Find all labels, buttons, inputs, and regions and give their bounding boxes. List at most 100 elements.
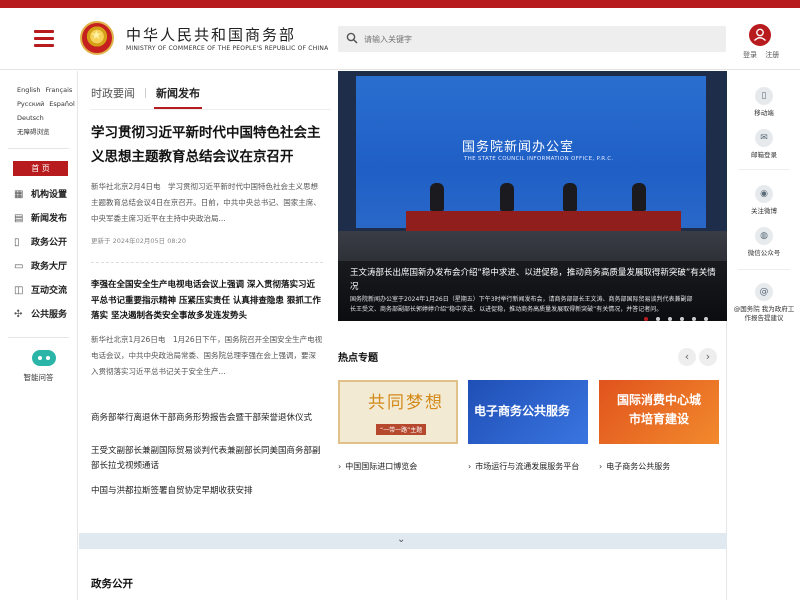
topic-banner-common-dream[interactable]: 共同梦想 “一带一路”主题 [338,380,458,444]
report-suggestion-label: @国务院 我为政府工作报告提建议 [733,305,795,322]
topic-link[interactable]: › 电子商务公共服务 [599,461,670,472]
mail-icon: ✉ [755,129,773,147]
carousel-dot[interactable] [668,317,672,321]
backdrop-subtitle: THE STATE COUNCIL INFORMATION OFFICE, P.… [464,156,614,162]
news-item[interactable]: 商务部举行离退休干部商务形势报告会暨干部荣誉退休仪式 [91,411,327,426]
headline-link[interactable]: 学习贯彻习近平新时代中国特色社会主义思想主题教育总结会议在京召开 [91,121,323,169]
sidebar-item-service-hall[interactable]: ▭ 政务大厅 [0,255,77,279]
banner-subtext: “一带一路”主题 [376,424,427,435]
secondary-headline-link[interactable]: 李强在全国安全生产电视电话会议上强调 深入贯彻落实习近平总书记重要指示精神 压紧… [91,278,323,325]
lang-english[interactable]: English [17,86,40,94]
topic-label: 中国国际进口博览会 [345,462,418,471]
sidebar-item-label: 公共服务 [31,310,68,320]
lang-spanish[interactable]: Español [49,100,75,108]
chevron-right-icon: › [468,462,472,471]
national-emblem-logo[interactable] [80,21,114,55]
sidebar-item-label: 政务公开 [31,238,68,248]
sidebar-item-organization[interactable]: ▦ 机构设置 [0,183,77,207]
section-title: 政务公开 [91,578,133,590]
speaker-figure [632,183,646,211]
news-item[interactable]: 王受文副部长兼副国际贸易谈判代表兼副部长同美国商务部副部长拉戈视频通话 [91,444,327,474]
top-accent-bar [0,0,800,8]
news-list: 商务部举行离退休干部商务形势报告会暨干部荣誉退休仪式 王受文副部长兼副国际贸易谈… [91,411,327,517]
banner-text: 共同梦想 [368,393,444,413]
topic-banner-ecommerce[interactable]: 电子商务公共服务 [468,380,588,444]
backdrop-title: 国务院新闻办公室 [462,140,575,155]
menu-icon[interactable] [34,30,54,47]
mail-login-link[interactable]: ✉ 邮箱登录 [728,129,800,160]
register-link[interactable]: 注册 [765,51,779,59]
topic-link[interactable]: › 中国国际进口博览会 [338,461,417,472]
hero-caption-title[interactable]: 王文涛部长出席国新办发布会介绍“稳中求进、以进促稳，推动商务高质量发展取得新突破… [350,266,722,294]
site-header: 中华人民共和国商务部 MINISTRY OF COMMERCE OF THE P… [0,8,800,70]
site-title[interactable]: 中华人民共和国商务部 [126,24,296,45]
sidebar-item-label: 新闻发布 [31,214,68,224]
carousel-dot[interactable] [644,317,648,321]
next-arrow-button[interactable]: › [699,348,717,366]
headline-summary: 新华社北京2月4日电 学习贯彻习近平新时代中国特色社会主义思想主题教育总结会议4… [91,182,321,223]
service-icon: ✣ [14,309,23,320]
mail-label: 邮箱登录 [751,151,777,159]
carousel-dot[interactable] [656,317,660,321]
speaker-figure [430,183,444,211]
carousel-dot[interactable] [692,317,696,321]
news-tabs: 时政要闻 新闻发布 [91,85,200,101]
tab-politics[interactable]: 时政要闻 [91,87,135,100]
sidebar-item-news[interactable]: ▤ 新闻发布 [0,207,77,231]
lang-german[interactable]: Deutsch [17,114,44,122]
sidebar-item-label: 互动交流 [31,286,68,296]
chevron-down-icon: ⌄ [397,534,406,545]
sidebar-item-label: 政务大厅 [31,262,68,272]
news-item[interactable]: 中国与洪都拉斯签署自贸协定早期收获安排 [91,484,327,499]
chat-icon: ◫ [14,285,24,296]
language-links: English Français Русский Español Deutsch 无… [0,71,77,139]
chevron-right-icon: › [338,462,342,471]
hero-carousel[interactable]: 国务院新闻办公室 THE STATE COUNCIL INFORMATION O… [338,71,727,321]
mobile-link[interactable]: ▯ 移动端 [728,87,800,118]
ai-qa-label[interactable]: 智能问答 [0,372,77,383]
lang-french[interactable]: Français [45,86,72,94]
sidebar-item-label: 机构设置 [31,190,68,200]
topics-title: 热点专题 [338,353,378,364]
topic-link[interactable]: › 市场运行与流通发展服务平台 [468,461,579,472]
sidebar-item-gov-affairs[interactable]: ▯ 政务公开 [0,231,77,255]
wechat-label: 微信公众号 [747,249,781,257]
weibo-link[interactable]: ◉ 关注微博 [728,185,800,216]
user-icon[interactable] [749,24,771,46]
tab-press-release[interactable]: 新闻发布 [156,87,200,100]
divider [8,148,69,149]
accessibility-link[interactable]: 无障碍浏览 [17,128,50,136]
search-input[interactable] [364,26,714,52]
search-icon[interactable] [346,32,358,44]
wechat-link[interactable]: ◍ 微信公众号 [728,227,800,258]
search-box [338,26,726,52]
weibo-icon: ◉ [755,185,773,203]
login-link[interactable]: 登录 [743,51,757,59]
robot-icon[interactable] [32,350,56,366]
secondary-summary: 新华社北京1月26日电 1月26日下午，国务院召开全国安全生产电视电话会议，中共… [91,335,323,376]
carousel-dot[interactable] [680,317,684,321]
divider [91,262,323,263]
lang-russian[interactable]: Русский [17,100,44,108]
at-icon: @ [755,283,773,301]
main-content: 时政要闻 新闻发布 学习贯彻习近平新时代中国特色社会主义思想主题教育总结会议在京召… [79,71,727,600]
topic-label: 市场运行与流通发展服务平台 [475,462,580,471]
monitor-icon: ▭ [14,261,24,272]
topic-banner-consumption-center[interactable]: 国际消费中心城市培育建设 [599,380,719,444]
tab-divider [145,88,146,98]
home-button[interactable]: 首 页 [13,161,68,176]
expand-bar[interactable]: ⌄ [79,533,727,549]
divider [738,169,790,170]
report-suggestion-link[interactable]: @ @国务院 我为政府工作报告提建议 [728,283,800,323]
sidebar-item-interaction[interactable]: ◫ 互动交流 [0,279,77,303]
prev-arrow-button[interactable]: ‹ [678,348,696,366]
speaker-figure [500,183,514,211]
divider [8,337,69,338]
weibo-label: 关注微博 [751,207,777,215]
carousel-dot[interactable] [704,317,708,321]
mobile-label: 移动端 [754,109,774,117]
tab-underline [91,109,331,110]
divider [738,269,790,270]
sidebar-item-public-service[interactable]: ✣ 公共服务 [0,303,77,327]
right-sidebar: ▯ 移动端 ✉ 邮箱登录 ◉ 关注微博 ◍ 微信公众号 @ @国务院 我为政府工… [728,71,800,600]
